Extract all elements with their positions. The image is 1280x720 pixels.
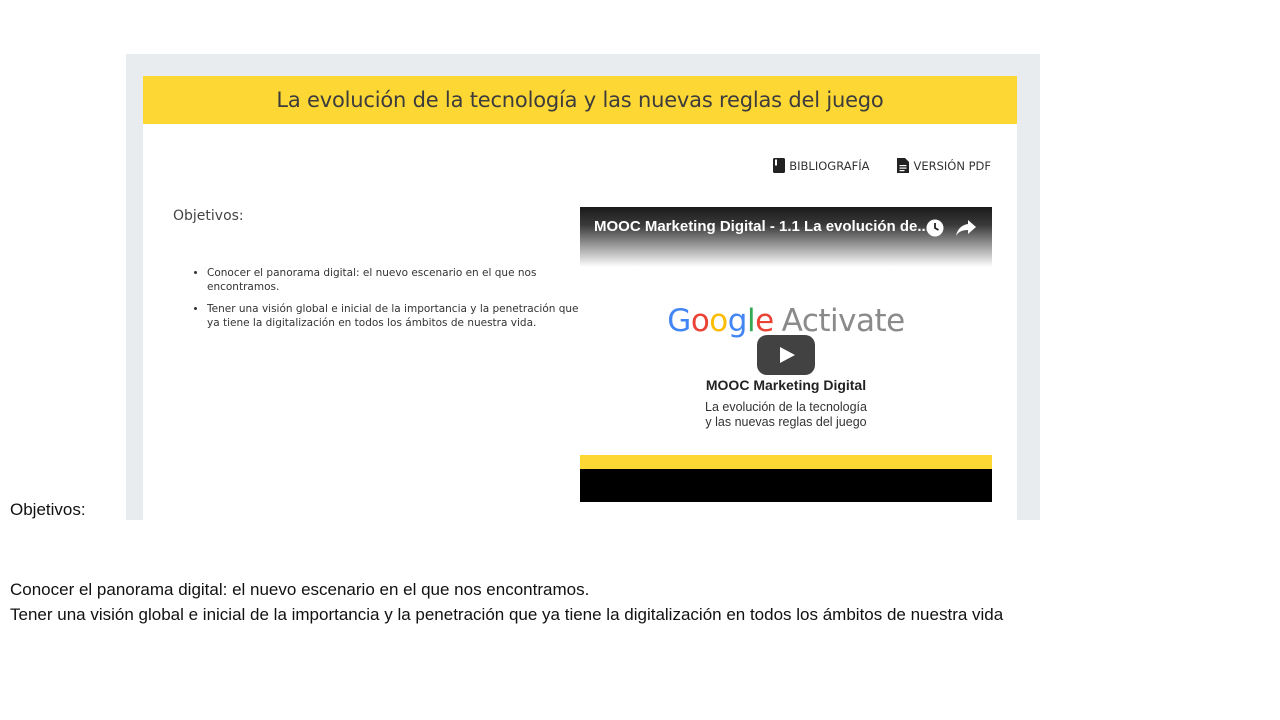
pdf-version-label: VERSIÓN PDF [913, 158, 991, 173]
video-top-overlay [580, 207, 992, 267]
objectives-heading: Objetivos: [173, 208, 244, 224]
video-subtitle-line: y las nuevas reglas del juego [705, 415, 867, 429]
logo-letter: g [727, 303, 748, 339]
video-black-band [580, 469, 992, 502]
logo-letter: o [690, 303, 710, 339]
lesson-title-bar: La evolución de la tecnología y las nuev… [143, 76, 1017, 124]
video-main-title: MOOC Marketing Digital [705, 377, 867, 393]
share-icon[interactable] [956, 220, 976, 236]
video-actions [926, 219, 976, 237]
course-card: La evolución de la tecnología y las nuev… [143, 76, 1017, 520]
video-subtitle: La evolución de la tecnología y las nuev… [580, 400, 992, 430]
video-title[interactable]: MOOC Marketing Digital - 1.1 La evolució… [594, 218, 930, 235]
slide-objectives-heading: Objetivos: [10, 500, 86, 519]
slide-objective-line: Conocer el panorama digital: el nuevo es… [10, 580, 590, 599]
bibliography-label: BIBLIOGRAFÍA [789, 158, 870, 173]
logo-suffix: Activate [781, 303, 906, 339]
document-icon [897, 158, 910, 173]
google-activate-logo: Google Activate [580, 303, 992, 339]
video-subtitle-line: La evolución de la tecnología [705, 400, 867, 414]
slide: La evolución de la tecnología y las nuev… [0, 0, 1280, 720]
logo-letter: G [667, 303, 691, 339]
logo-letter: l [746, 303, 756, 339]
slide-objective-line: Tener una visión global e inicial de la … [10, 605, 1004, 624]
book-icon [773, 158, 786, 173]
clock-icon[interactable] [926, 219, 944, 237]
logo-letter: o [709, 303, 728, 339]
embedded-screenshot: La evolución de la tecnología y las nuev… [126, 54, 1040, 520]
resource-links: BIBLIOGRAFÍA VERSIÓN PDF [773, 158, 991, 173]
bibliography-link[interactable]: BIBLIOGRAFÍA [773, 158, 869, 173]
list-item: Conocer el panorama digital: el nuevo es… [207, 266, 587, 294]
list-item: Tener una visión global e inicial de la … [207, 302, 587, 330]
video-yellow-band [580, 455, 992, 469]
objectives-list: Conocer el panorama digital: el nuevo es… [189, 266, 587, 338]
video-player[interactable]: MOOC Marketing Digital - 1.1 La evolució… [580, 207, 992, 502]
pdf-version-link[interactable]: VERSIÓN PDF [897, 158, 991, 173]
lesson-title: La evolución de la tecnología y las nuev… [276, 88, 884, 112]
slide-objectives-text: Conocer el panorama digital: el nuevo es… [10, 577, 1003, 627]
logo-letter: e [755, 303, 774, 339]
play-button[interactable] [757, 335, 815, 375]
